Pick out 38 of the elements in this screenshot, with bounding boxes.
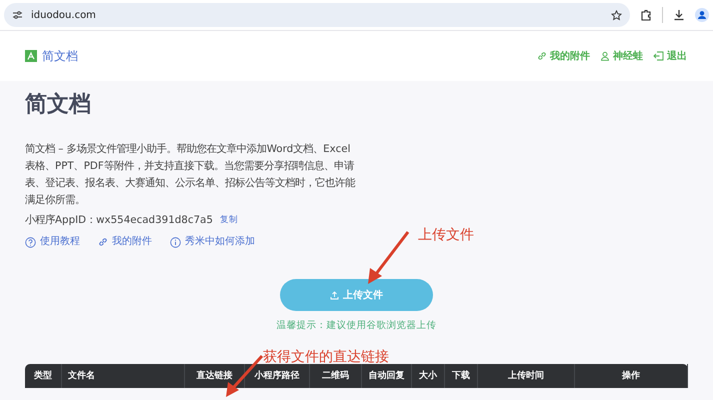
star-icon[interactable] (611, 10, 622, 20)
column-header: 下载 (445, 364, 478, 388)
column-header: 类型 (25, 364, 62, 388)
column-header: 小程序路径 (245, 364, 310, 388)
column-header: 操作 (575, 364, 688, 388)
annotation-text: 获得文件的直达链接 (263, 348, 389, 366)
nav-link[interactable]: 神经蛙 (600, 49, 643, 63)
link-icon (98, 237, 108, 247)
address-bar[interactable]: iduodou.com (4, 3, 630, 27)
logout-icon (653, 51, 664, 61)
app-id: 小程序AppID：wx554ecad391d8c7a5 (25, 213, 213, 227)
arrow (368, 231, 410, 284)
brand-name[interactable]: 简文档 (42, 48, 78, 64)
nav-link[interactable]: 退出 (653, 49, 687, 63)
extension-icon[interactable] (640, 9, 652, 21)
help-icon (25, 236, 36, 248)
upload-hint: 温馨提示：建议使用谷歌浏览器上传 (276, 320, 436, 332)
upload-icon (330, 290, 339, 300)
person-icon (600, 51, 610, 61)
column-header: 大小 (412, 364, 445, 388)
nav-link[interactable]: 我的附件 (537, 49, 590, 63)
column-header: 自动回复 (362, 364, 412, 388)
logo-icon (25, 50, 37, 62)
annotation-text: 上传文件 (418, 226, 474, 244)
column-header: 上传时间 (478, 364, 575, 388)
download-icon[interactable] (673, 9, 685, 21)
help-link[interactable]: 我的附件 (98, 235, 152, 249)
description: 简文档 – 多场景文件管理小助手。帮助您在文章中添加Word文档、Excel表格、PPT、PDF等附件，并支持直接下载。当您需要分享招聘信息、申请表、登记表、报名表、大赛通知、公示名单、招标公告等文档时，它也许能满足你所需。 (25, 142, 356, 208)
column-header: 文件名 (62, 364, 185, 388)
help-link[interactable]: 秀米中如何添加 (170, 235, 255, 249)
info-icon (170, 236, 181, 248)
page-title: 简文档 (25, 91, 92, 119)
copy-link[interactable]: 复制 (220, 213, 238, 227)
site-settings-icon[interactable] (12, 10, 23, 20)
profile-icon[interactable] (695, 8, 709, 22)
column-header: 二维码 (310, 364, 362, 388)
help-link[interactable]: 使用教程 (25, 235, 80, 249)
link-icon (537, 51, 547, 61)
